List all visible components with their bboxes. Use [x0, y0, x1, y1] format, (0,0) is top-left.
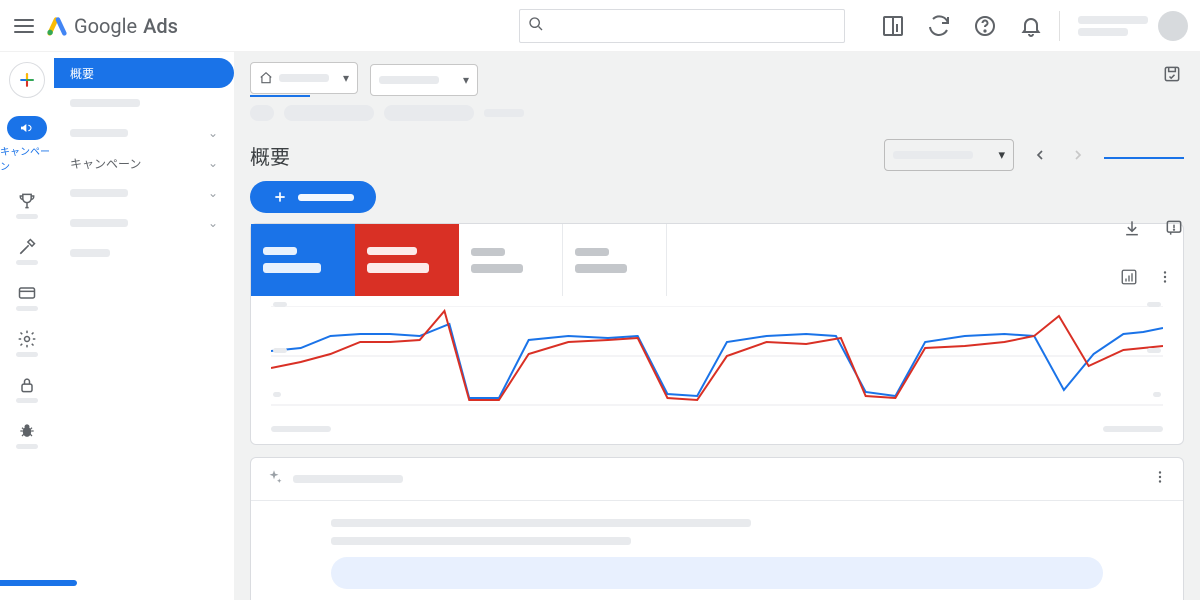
side-nav: 概要 ⌄ キャンペーン ⌄ ⌄ ⌄: [54, 52, 234, 600]
sidebar-item-2[interactable]: ⌄: [54, 118, 234, 148]
metric-tab-3[interactable]: [459, 224, 563, 296]
filter-more[interactable]: [484, 109, 524, 117]
refresh-icon[interactable]: [927, 14, 951, 38]
caret-down-icon: ▾: [998, 148, 1005, 163]
feedback-icon[interactable]: [1164, 218, 1184, 242]
sparkle-icon: [265, 468, 283, 490]
more-icon[interactable]: [1156, 268, 1174, 290]
lock-icon: [17, 375, 37, 395]
filter-chip[interactable]: [284, 105, 374, 121]
insight-line: [331, 537, 631, 545]
logo[interactable]: Google Ads: [46, 14, 178, 38]
date-prev-button[interactable]: [1028, 143, 1052, 167]
campaign-dropdown[interactable]: ▾: [370, 64, 478, 96]
search-icon: [528, 16, 544, 36]
rail-billing[interactable]: [16, 283, 38, 311]
notifications-icon[interactable]: [1019, 14, 1043, 38]
help-icon[interactable]: [973, 14, 997, 38]
left-rail: キャンペーン: [0, 52, 54, 600]
account-switcher[interactable]: [1059, 11, 1188, 41]
save-view-icon[interactable]: [1162, 64, 1182, 88]
plus-icon: [272, 189, 288, 205]
sidebar-item-overview[interactable]: 概要: [54, 58, 234, 88]
sidebar-item-campaigns[interactable]: キャンペーン ⌄: [54, 148, 234, 178]
sidebar-campaigns-label: キャンペーン: [70, 155, 141, 172]
filter-chip[interactable]: [384, 105, 474, 121]
insight-suggestion[interactable]: [331, 557, 1103, 589]
performance-chart: [251, 296, 1183, 426]
compare-toggle[interactable]: [1104, 151, 1184, 159]
chevron-down-icon: ⌄: [208, 216, 218, 230]
metric-tab-4[interactable]: [563, 224, 667, 296]
page-title-bar: 概要 ▾: [234, 121, 1200, 179]
page-title: 概要: [250, 141, 290, 170]
metric-tab-2[interactable]: [355, 224, 459, 296]
sidebar-item-4[interactable]: ⌄: [54, 178, 234, 208]
trophy-icon: [17, 191, 37, 211]
chevron-down-icon: ⌄: [208, 126, 218, 140]
chevron-down-icon: ⌄: [208, 156, 218, 170]
page-action-icons: [1122, 218, 1184, 242]
date-next-button: [1066, 143, 1090, 167]
download-icon[interactable]: [1122, 218, 1142, 242]
rail-campaigns[interactable]: キャンペーン: [0, 116, 54, 173]
filter-chip[interactable]: [250, 105, 274, 121]
sidebar-item-5[interactable]: ⌄: [54, 208, 234, 238]
insights-title: [293, 475, 403, 483]
create-button[interactable]: [9, 62, 45, 98]
main-content: ▾ ▾ 概要 ▾: [234, 52, 1200, 600]
home-icon: [259, 71, 273, 85]
new-campaign-button[interactable]: [250, 181, 376, 213]
line-chart-svg: [271, 306, 1163, 406]
megaphone-icon: [7, 116, 47, 140]
metric-tab-1[interactable]: [251, 224, 355, 296]
account-email: [1078, 16, 1148, 24]
chevron-down-icon: ⌄: [208, 186, 218, 200]
card-actions: [1120, 268, 1174, 290]
rail-footer-link[interactable]: [0, 576, 77, 590]
rail-admin[interactable]: [16, 329, 38, 357]
card-icon: [17, 283, 37, 303]
summary-chart-card: [250, 223, 1184, 445]
brand-google: Google: [74, 14, 137, 38]
gear-icon: [17, 329, 37, 349]
caret-down-icon: ▾: [463, 73, 469, 87]
chart-x-labels: [251, 426, 1183, 440]
header-actions: [881, 14, 1043, 38]
hamburger-menu-icon[interactable]: [12, 14, 36, 38]
scope-toolbar: ▾ ▾: [234, 52, 1200, 97]
app-header: Google Ads: [0, 0, 1200, 52]
search-input[interactable]: [519, 9, 845, 43]
account-dropdown[interactable]: ▾: [250, 62, 358, 97]
tools-icon: [17, 237, 37, 257]
avatar[interactable]: [1158, 11, 1188, 41]
rail-tools[interactable]: [16, 237, 38, 265]
chart-settings-icon[interactable]: [1120, 268, 1138, 290]
filter-chips: [234, 97, 1200, 121]
insight-line: [331, 519, 751, 527]
caret-down-icon: ▾: [343, 71, 349, 85]
google-ads-logo-icon: [46, 15, 68, 37]
sidebar-overview-label: 概要: [70, 65, 94, 82]
more-icon[interactable]: [1151, 468, 1169, 490]
bug-icon: [17, 421, 37, 441]
brand-ads: Ads: [143, 14, 178, 38]
sidebar-item-6[interactable]: [54, 238, 234, 268]
rail-goals[interactable]: [16, 191, 38, 219]
reports-icon[interactable]: [881, 14, 905, 38]
rail-campaigns-label: キャンペーン: [0, 143, 54, 173]
sidebar-item-1[interactable]: [54, 88, 234, 118]
rail-bugs[interactable]: [16, 421, 38, 449]
insights-card: [250, 457, 1184, 600]
metric-tabs: [251, 224, 1183, 296]
account-id: [1078, 28, 1128, 36]
rail-security[interactable]: [16, 375, 38, 403]
date-range-picker[interactable]: ▾: [884, 139, 1014, 171]
